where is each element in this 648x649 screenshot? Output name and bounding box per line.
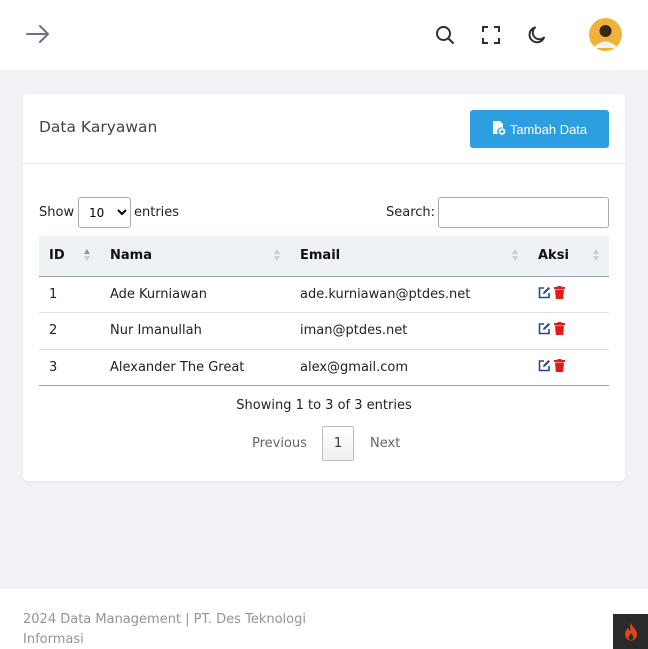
- cell-nama: Alexander The Great: [100, 349, 290, 386]
- cell-nama: Ade Kurniawan: [100, 276, 290, 313]
- footer: 2024 Data Management | PT. Des Teknologi…: [0, 589, 648, 649]
- user-avatar[interactable]: [589, 18, 622, 51]
- file-add-icon: [492, 120, 506, 138]
- sort-icon: [84, 249, 90, 261]
- column-header-aksi[interactable]: Aksi: [528, 236, 609, 277]
- page-1-button[interactable]: 1: [322, 426, 354, 461]
- cell-email: iman@ptdes.net: [290, 312, 528, 350]
- table-row: 1 Ade Kurniawan ade.kurniawan@ptdes.net: [39, 276, 609, 313]
- search-label: Search:: [386, 205, 436, 220]
- card-title: Data Karyawan: [39, 118, 158, 136]
- fullscreen-icon[interactable]: [481, 25, 501, 45]
- cell-id: 2: [39, 312, 100, 350]
- sort-icon: [512, 249, 518, 261]
- trash-icon[interactable]: [554, 285, 565, 303]
- entries-label: entries: [134, 205, 180, 220]
- cell-email: ade.kurniawan@ptdes.net: [290, 276, 528, 313]
- employee-table: ID Nama Email Aksi 1 Ade Kurniawan ade.k…: [39, 236, 609, 386]
- table-row: 2 Nur Imanullah iman@ptdes.net: [39, 312, 609, 350]
- column-header-nama[interactable]: Nama: [100, 236, 290, 277]
- add-data-label: Tambah Data: [509, 121, 588, 137]
- cell-aksi: [528, 349, 609, 386]
- previous-page-button[interactable]: Previous: [252, 426, 307, 460]
- sort-icon: [274, 249, 280, 261]
- flame-icon[interactable]: [613, 614, 648, 649]
- edit-icon[interactable]: [538, 322, 551, 339]
- trash-icon[interactable]: [554, 322, 565, 339]
- edit-icon[interactable]: [538, 359, 551, 376]
- cell-id: 1: [39, 276, 100, 313]
- cell-aksi: [528, 276, 609, 313]
- column-header-email[interactable]: Email: [290, 236, 528, 277]
- sort-icon: [593, 249, 599, 261]
- cell-email: alex@gmail.com: [290, 349, 528, 386]
- show-label: Show: [39, 205, 75, 220]
- column-header-id[interactable]: ID: [39, 236, 100, 277]
- footer-text: 2024 Data Management | PT. Des Teknologi…: [23, 612, 306, 647]
- employee-data-card: Data Karyawan Tambah Data Show 10 entrie…: [23, 94, 625, 481]
- moon-icon[interactable]: [526, 24, 548, 46]
- cell-id: 3: [39, 349, 100, 386]
- card-divider: [23, 163, 625, 164]
- entries-length-select[interactable]: 10: [78, 197, 131, 228]
- table-row: 3 Alexander The Great alex@gmail.com: [39, 349, 609, 386]
- cell-aksi: [528, 312, 609, 350]
- trash-icon[interactable]: [554, 358, 565, 376]
- add-data-button[interactable]: Tambah Data: [470, 110, 609, 148]
- next-page-button[interactable]: Next: [370, 426, 400, 460]
- edit-icon[interactable]: [538, 286, 551, 303]
- search-input[interactable]: [438, 197, 609, 228]
- cell-nama: Nur Imanullah: [100, 312, 290, 350]
- topbar: [0, 0, 648, 70]
- table-info: Showing 1 to 3 of 3 entries: [236, 398, 412, 413]
- search-icon[interactable]: [434, 24, 456, 46]
- arrow-right-icon[interactable]: [25, 23, 51, 45]
